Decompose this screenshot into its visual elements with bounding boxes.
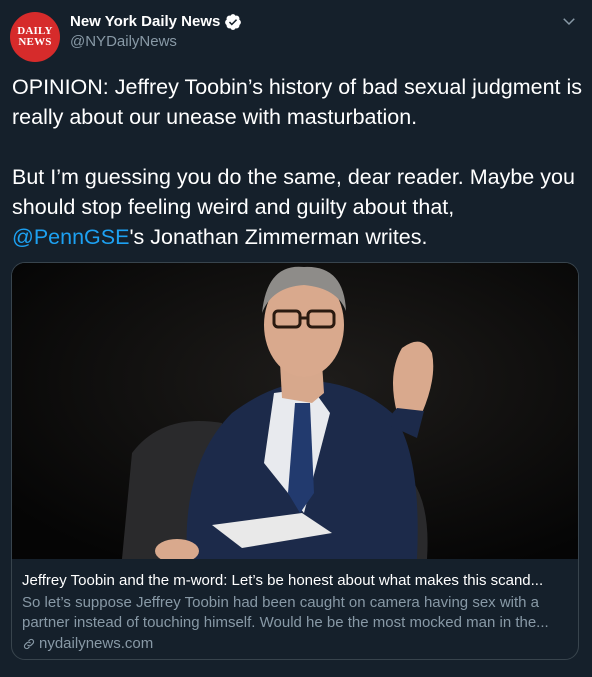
display-name-row[interactable]: New York Daily News	[70, 12, 242, 32]
card-title[interactable]: Jeffrey Toobin and the m-word: Let’s be …	[22, 571, 568, 591]
link-icon	[23, 638, 35, 650]
tweet-text: OPINION: Jeffrey Toobin’s history of bad…	[12, 72, 584, 252]
avatar-text-news: NEWS	[18, 36, 52, 48]
card-image[interactable]	[12, 263, 579, 559]
card-body[interactable]: Jeffrey Toobin and the m-word: Let’s be …	[12, 559, 578, 654]
chevron-down-icon[interactable]	[560, 12, 578, 30]
card-domain[interactable]: nydailynews.com	[39, 634, 153, 654]
author-block[interactable]: New York Daily News @NYDailyNews	[70, 12, 242, 52]
card-description: So let’s suppose Jeffrey Toobin had been…	[22, 594, 549, 631]
tweet-paragraph-2-text: But I’m guessing you do the same, dear r…	[12, 165, 575, 219]
card-domain-row[interactable]: nydailynews.com	[22, 634, 568, 654]
mention-link[interactable]: @PennGSE	[12, 225, 129, 249]
display-name[interactable]: New York Daily News	[70, 12, 220, 32]
tweet[interactable]: DAILY NEWS New York Daily News @NYDailyN…	[0, 0, 592, 677]
tweet-paragraph-2-tail: 's Jonathan Zimmerman writes.	[129, 225, 428, 249]
tweet-paragraph-2: But I’m guessing you do the same, dear r…	[12, 162, 584, 252]
tweet-paragraph-1: OPINION: Jeffrey Toobin’s history of bad…	[12, 75, 583, 129]
handle[interactable]: @NYDailyNews	[70, 32, 242, 52]
avatar[interactable]: DAILY NEWS	[10, 12, 60, 62]
link-card[interactable]: Jeffrey Toobin and the m-word: Let’s be …	[11, 262, 579, 660]
verified-badge-icon	[225, 14, 242, 30]
